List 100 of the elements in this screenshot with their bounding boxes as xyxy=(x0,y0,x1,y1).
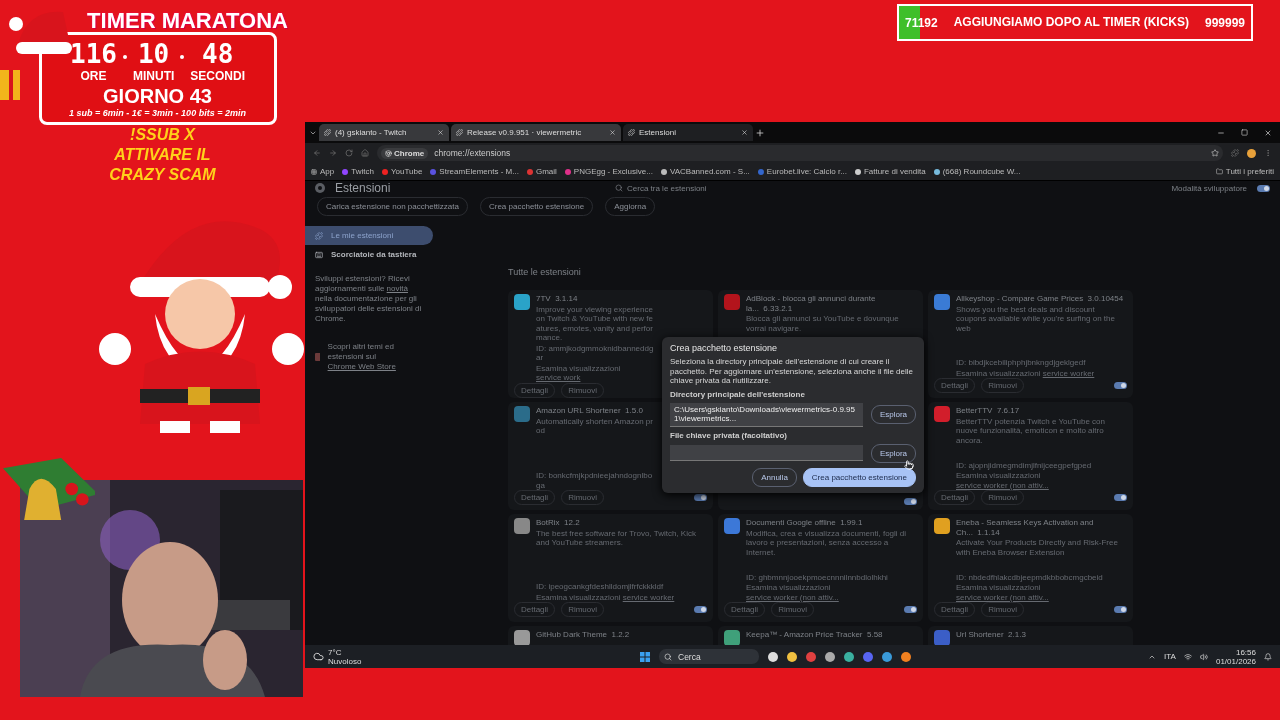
start-icon[interactable] xyxy=(640,651,650,662)
service-worker-link[interactable]: service worker xyxy=(622,592,675,602)
bookmark-star-icon[interactable] xyxy=(1211,149,1219,157)
card-button[interactable]: Rimuovi xyxy=(981,602,1025,617)
store-note: Scopri altri temi ed estensioni sul Chrome Web Store xyxy=(327,342,397,372)
search-field[interactable]: Cerca tra le estensioni xyxy=(615,183,995,193)
card-button[interactable]: Dettagli xyxy=(724,602,766,617)
bookmark-item[interactable]: PNGEgg - Exclusive... xyxy=(564,167,653,176)
path-field[interactable] xyxy=(670,445,863,461)
taskbar-app-icon[interactable] xyxy=(825,651,835,662)
browser-tab[interactable]: Estensioni xyxy=(623,124,753,141)
close-tab-icon[interactable] xyxy=(437,129,444,136)
enable-toggle[interactable] xyxy=(904,606,917,613)
bookmark-item[interactable]: YouTube xyxy=(381,167,423,176)
extension-logo-icon xyxy=(934,294,950,310)
enable-toggle[interactable] xyxy=(694,494,707,501)
banner-text: AGGIUNGIAMO DOPO AL TIMER (KICKS) xyxy=(952,16,1190,29)
bookmark-item[interactable]: Twitch xyxy=(342,167,374,176)
store-icon xyxy=(315,353,320,361)
service-worker-link[interactable]: service worker (non attiv... xyxy=(956,592,1049,602)
bookmark-item[interactable]: (668) Roundcube W... xyxy=(933,167,1021,176)
address-bar[interactable]: Chrome chrome://extensions xyxy=(377,145,1223,161)
cancel-button[interactable]: Annulla xyxy=(752,467,797,487)
bookmark-item[interactable]: VACBanned.com - S... xyxy=(660,167,750,176)
all-bookmarks[interactable]: Tutti i preferiti xyxy=(1215,167,1274,176)
card-button[interactable]: Rimuovi xyxy=(981,378,1025,393)
browser-tab[interactable]: Release v0.9.951 · viewermetric xyxy=(451,124,621,141)
network-icon[interactable] xyxy=(1183,652,1192,661)
enable-toggle[interactable] xyxy=(904,498,917,505)
bookmark-item[interactable]: App xyxy=(311,167,335,176)
card-button[interactable]: Dettagli xyxy=(934,602,976,617)
extension-name: AdBlock - blocca gli annunci durante la... 6.33.2.1 xyxy=(746,294,877,313)
extension-logo-icon xyxy=(514,630,530,645)
clock[interactable]: 16:56 01/01/2026 xyxy=(1215,647,1256,666)
browser-tab[interactable]: (4) gskianto - Twitch xyxy=(319,124,449,141)
new-tab-icon[interactable] xyxy=(755,127,765,138)
card-button[interactable]: Dettagli xyxy=(934,378,976,393)
sidebar-item[interactable]: Scorciatoie da tastiera xyxy=(305,245,433,264)
taskbar-app-icon[interactable] xyxy=(882,651,892,662)
bookmark-item[interactable]: Fatture di vendita xyxy=(854,167,926,176)
weather-text: Nuvoloso xyxy=(328,656,362,666)
card-button[interactable]: Rimuovi xyxy=(771,602,815,617)
language-indicator[interactable]: ITA xyxy=(1164,652,1176,661)
enable-toggle[interactable] xyxy=(1114,494,1127,501)
developer-note: Sviluppi estensioni? Ricevi aggiornamenti sulle novità nella documentazione per gli sviluppatori delle estensioni di Chrome. xyxy=(315,274,423,324)
card-button[interactable]: Rimuovi xyxy=(981,490,1025,505)
profile-avatar-icon[interactable] xyxy=(1247,148,1256,158)
card-button[interactable]: Rimuovi xyxy=(561,382,605,398)
bookmark-item[interactable]: StreamElements - M... xyxy=(430,167,519,176)
maximize-icon[interactable] xyxy=(1241,128,1248,136)
reload-icon[interactable] xyxy=(345,149,353,157)
card-button[interactable]: Dettagli xyxy=(514,602,556,617)
bookmark-item[interactable]: Eurobet.live: Calcio r... xyxy=(757,167,847,176)
card-button[interactable]: Rimuovi xyxy=(561,490,605,505)
menu-icon[interactable] xyxy=(1264,149,1272,157)
browse-button[interactable]: Esplora xyxy=(870,443,916,463)
service-worker-link[interactable]: service worker (non attiv... xyxy=(746,592,839,602)
card-button[interactable]: Dettagli xyxy=(514,382,556,398)
close-tab-icon[interactable] xyxy=(741,129,748,136)
taskbar-app-icon[interactable] xyxy=(901,651,911,662)
enable-toggle[interactable] xyxy=(1114,606,1127,613)
volume-icon[interactable] xyxy=(1199,652,1208,661)
rates-text: 1 sub = 6min - 1€ = 3min - 100 bits = 2min xyxy=(69,108,246,118)
card-button[interactable]: Dettagli xyxy=(514,490,556,505)
extension-logo-icon xyxy=(514,406,530,422)
path-field[interactable]: C:\Users\gskianto\Downloads\viewermetrics-0.9.951\viewermetrics... xyxy=(670,402,863,427)
extension-id: ID: ammjkodgmmoknidbanneddgar xyxy=(536,343,654,363)
site-chip[interactable]: Chrome xyxy=(381,147,429,159)
extension-name: Keepa™ - Amazon Price Tracker 5.58 xyxy=(746,630,883,640)
taskbar-app-icon[interactable] xyxy=(768,651,778,662)
close-icon[interactable] xyxy=(1264,128,1272,137)
card-button[interactable]: Rimuovi xyxy=(561,602,605,617)
weather-icon[interactable] xyxy=(313,651,324,662)
extension-logo-icon xyxy=(724,630,740,645)
enable-toggle[interactable] xyxy=(1114,382,1127,389)
enable-toggle[interactable] xyxy=(694,606,707,613)
news-link[interactable]: novità xyxy=(386,284,408,293)
service-worker-link[interactable]: service work xyxy=(536,373,581,382)
taskbar-search[interactable]: Cerca xyxy=(659,649,759,664)
extension-name: 7TV 3.1.14 xyxy=(536,294,579,304)
bookmark-favicon-icon xyxy=(430,168,437,175)
browse-button[interactable]: Esplora xyxy=(870,405,916,424)
notification-icon[interactable] xyxy=(1264,652,1272,661)
create-button[interactable]: Crea pacchetto estensione xyxy=(802,467,916,487)
taskbar-app-icon[interactable] xyxy=(787,651,797,662)
sidebar-item[interactable]: Le mie estensioni xyxy=(305,226,433,245)
card-button[interactable]: Dettagli xyxy=(934,490,976,505)
service-worker-link[interactable]: service worker (non attiv... xyxy=(956,480,1049,490)
bookmark-item[interactable]: Gmail xyxy=(526,167,557,176)
close-tab-icon[interactable] xyxy=(609,129,616,136)
taskbar-app-icon[interactable] xyxy=(844,651,854,662)
extension-logo-icon xyxy=(514,518,530,534)
chrome-logo-icon xyxy=(385,149,392,157)
web-store-link[interactable]: Chrome Web Store xyxy=(327,362,396,371)
extension-name: Eneba - Seamless Keys Activation and Ch... 1.1.14 xyxy=(956,518,1095,537)
developer-mode-toggle[interactable] xyxy=(1257,184,1270,192)
service-worker-link[interactable]: service worker xyxy=(1042,368,1095,378)
day-counter: GIORNO 43 xyxy=(103,85,212,108)
extension-description: Activate Your Products Directly and Risk-Free with Eneba Browser Extension xyxy=(956,538,1119,557)
temperature: 7°C xyxy=(328,647,343,657)
